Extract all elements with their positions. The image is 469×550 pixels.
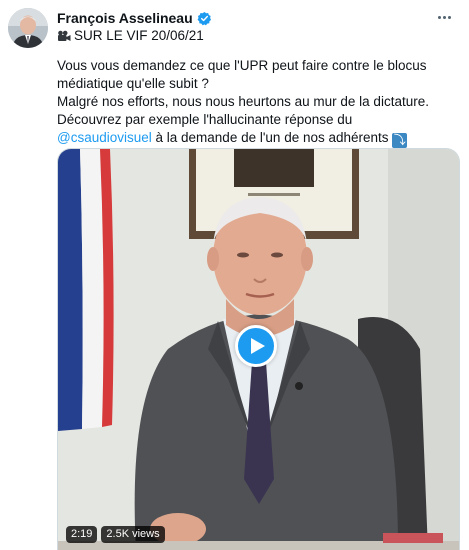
more-dot — [447, 15, 451, 19]
live-line: SUR LE VIF 20/06/21 — [57, 28, 204, 43]
video-duration: 2:19 — [66, 526, 98, 543]
play-button[interactable] — [235, 325, 277, 367]
movie-camera-icon — [57, 30, 71, 42]
live-label: SUR LE VIF 20/06/21 — [74, 28, 204, 43]
video-stats: 2:19 2.5K views — [66, 526, 165, 543]
arrow-down-icon: ⤵ — [392, 133, 408, 148]
tweet[interactable]: François Asselineau SUR LE VIF 20/06/21 … — [0, 0, 469, 550]
author-name[interactable]: François Asselineau — [57, 10, 193, 26]
tweet-paragraph-3: Découvrez par exemple l'hallucinante rép… — [57, 111, 437, 148]
author-row: François Asselineau — [57, 9, 212, 27]
paragraph-3-text: Découvrez par exemple l'hallucinante rép… — [57, 112, 353, 127]
verified-badge-icon — [197, 11, 212, 26]
video-views: 2.5K views — [101, 526, 165, 543]
mention-link[interactable]: @csaudiovisuel — [57, 130, 152, 145]
play-icon — [250, 338, 265, 354]
video-player[interactable]: 2:19 2.5K views — [57, 148, 460, 550]
more-options-icon[interactable] — [433, 8, 455, 26]
avatar[interactable] — [8, 8, 48, 48]
paragraph-3-text-end: à la demande de l'un de nos adhérents — [151, 130, 393, 145]
more-dot — [442, 15, 446, 19]
tweet-text: Vous vous demandez ce que l'UPR peut fai… — [57, 57, 437, 148]
tweet-paragraph-2: Malgré nos efforts, nous nous heurtons a… — [57, 94, 429, 109]
tweet-paragraph-1: Vous vous demandez ce que l'UPR peut fai… — [57, 58, 427, 91]
more-dot — [437, 15, 441, 19]
